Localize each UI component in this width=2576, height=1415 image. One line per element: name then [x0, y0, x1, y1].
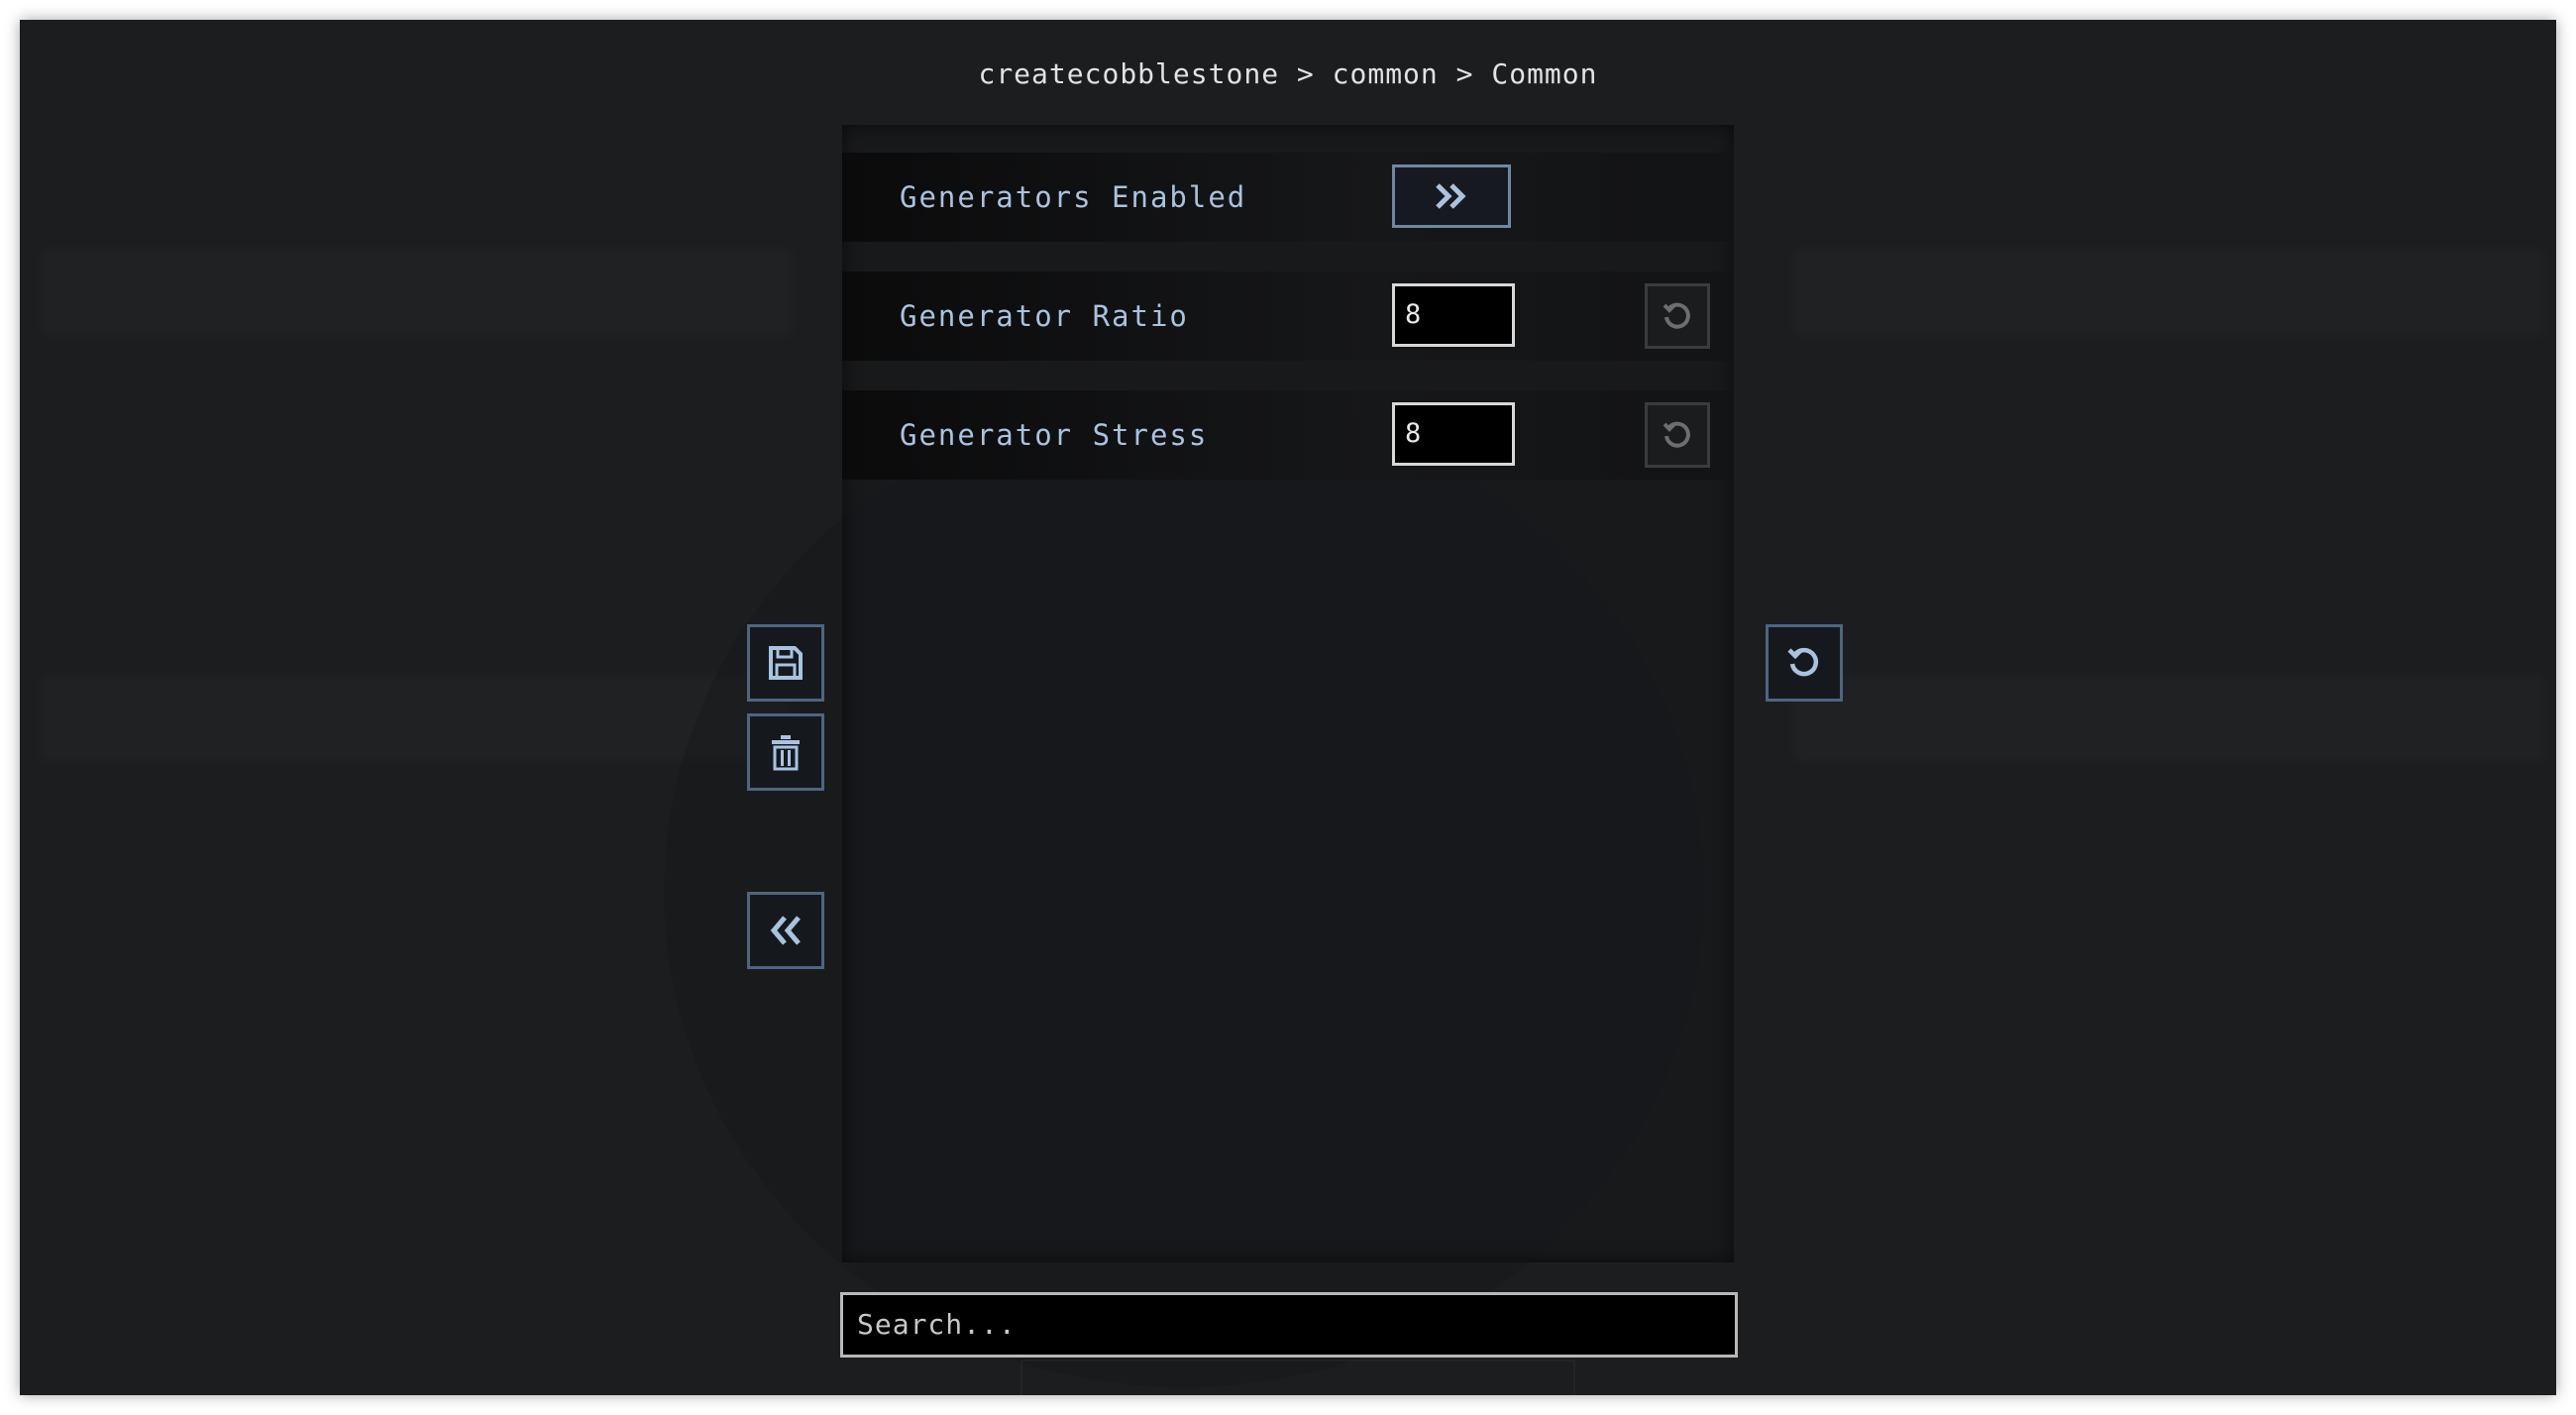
trash-icon — [768, 732, 804, 772]
background-blur — [40, 674, 793, 763]
setting-row-generator-ratio: Generator Ratio 8 — [842, 272, 1734, 361]
save-button[interactable] — [747, 624, 824, 702]
double-chevron-right-icon — [1434, 181, 1469, 211]
setting-label: Generator Stress — [900, 418, 1209, 452]
reset-icon — [1785, 644, 1823, 682]
double-chevron-left-icon — [768, 914, 804, 947]
setting-label: Generators Enabled — [900, 180, 1247, 214]
search-input[interactable]: Search... — [840, 1292, 1738, 1358]
generator-ratio-reset-button[interactable] — [1645, 283, 1710, 349]
background-blur — [40, 248, 793, 337]
generator-ratio-input[interactable]: 8 — [1392, 283, 1515, 347]
background-blur — [1793, 248, 2546, 337]
background-blur — [1793, 674, 2546, 763]
discard-changes-button[interactable] — [747, 713, 824, 791]
generators-enabled-toggle-button[interactable] — [1392, 164, 1511, 228]
breadcrumb: createcobblestone > common > Common — [20, 57, 2556, 90]
save-icon — [766, 643, 805, 683]
reset-all-button[interactable] — [1766, 624, 1843, 702]
generator-stress-reset-button[interactable] — [1645, 402, 1710, 468]
breadcrumb-separator: > — [1455, 57, 1474, 90]
setting-label: Generator Ratio — [900, 299, 1189, 333]
reset-icon — [1661, 418, 1694, 452]
generator-stress-input[interactable]: 8 — [1392, 402, 1515, 466]
config-screen: createcobblestone > common > Common Gene… — [20, 20, 2556, 1395]
hotbar-background — [1020, 1360, 1575, 1395]
setting-row-generators-enabled: Generators Enabled — [842, 153, 1734, 242]
breadcrumb-type[interactable]: common — [1333, 57, 1439, 90]
back-button[interactable] — [747, 892, 824, 969]
setting-row-generator-stress: Generator Stress 8 — [842, 390, 1734, 480]
settings-panel[interactable]: Generators Enabled Generator Ratio 8 Gen… — [842, 125, 1734, 1262]
breadcrumb-mod[interactable]: createcobblestone — [978, 57, 1279, 90]
reset-icon — [1661, 299, 1694, 333]
breadcrumb-section: Common — [1491, 57, 1598, 90]
breadcrumb-separator: > — [1296, 57, 1315, 90]
